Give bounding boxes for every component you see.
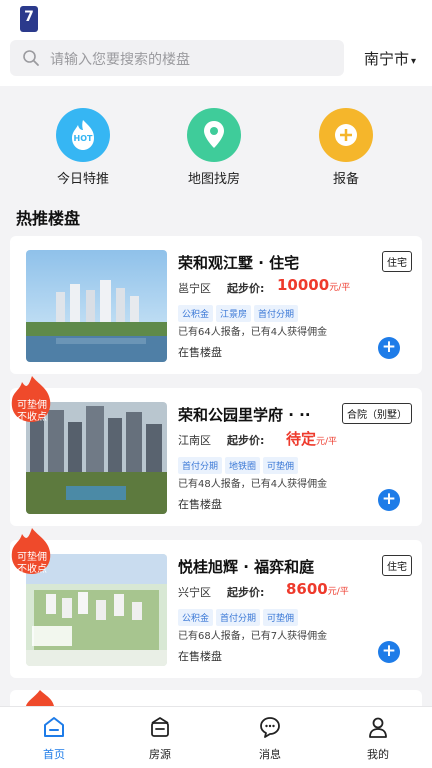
- feature-tag: 首付分期: [216, 609, 261, 626]
- listing-district: 江南区: [178, 434, 211, 447]
- top-bar: 7 请输入您要搜索的楼盘 南宁市 ▾: [0, 0, 432, 86]
- feature-tag: 公积金: [178, 305, 214, 322]
- add-report-button[interactable]: +: [378, 641, 400, 663]
- listing-stats: 已有68人报备，已有7人获得佣金: [178, 631, 328, 642]
- map-pin-icon: [187, 108, 241, 162]
- listing-card[interactable]: 荣和观江墅 · 住宅 住宅 邕宁区 起步价: 10000元/平 公积金 江景房 首付…: [10, 236, 422, 374]
- listing-stats: 已有64人报备，已有4人获得佣金: [178, 327, 328, 338]
- add-report-button[interactable]: +: [378, 337, 400, 359]
- promo-badge: 可垫佣 不收点: [4, 526, 60, 576]
- search-input[interactable]: 请输入您要搜索的楼盘: [50, 49, 190, 69]
- feature-tag: 可垫佣: [263, 457, 299, 474]
- tab-label: 我的: [367, 748, 389, 761]
- tab-label: 房源: [149, 748, 171, 761]
- home-icon: [44, 717, 64, 737]
- feature-tag: 首付分期: [178, 457, 223, 474]
- property-type-badge: 住宅: [382, 555, 412, 576]
- tab-label: 首页: [43, 748, 65, 761]
- listing-status: 在售楼盘: [178, 650, 222, 663]
- listing-price: 8600元/平: [286, 580, 349, 598]
- listing-name: 荣和公园里学府 · ··: [178, 406, 311, 424]
- app-logo: 7: [20, 6, 38, 32]
- listing-district: 兴宁区: [178, 586, 211, 599]
- quick-action-today-recommend[interactable]: HOT 今日特推: [33, 108, 133, 187]
- message-icon: [260, 717, 280, 738]
- city-label: 南宁市: [364, 50, 410, 68]
- feature-tags: 首付分期 地铁圈 可垫佣: [178, 454, 301, 474]
- feature-tag: 地铁圈: [225, 457, 261, 474]
- tab-messages[interactable]: 消息: [230, 715, 310, 762]
- listing-status: 在售楼盘: [178, 498, 222, 511]
- quick-action-label: 今日特推: [56, 172, 109, 187]
- property-type-badge: 合院（别墅）: [342, 403, 412, 424]
- price-label: 起步价:: [227, 586, 265, 599]
- tab-label: 消息: [259, 748, 281, 761]
- section-title: 热推楼盘: [16, 209, 81, 228]
- listing-photo: [26, 250, 167, 362]
- feature-tag: 公积金: [178, 609, 214, 626]
- chevron-down-icon: ▾: [411, 56, 417, 67]
- tab-profile[interactable]: 我的: [338, 715, 418, 762]
- tab-home[interactable]: 首页: [14, 715, 94, 762]
- listing-name: 荣和观江墅 · 住宅: [178, 254, 300, 272]
- price-label: 起步价:: [227, 282, 265, 295]
- quick-actions: HOT 今日特推 地图找房 报备: [0, 100, 432, 190]
- bottom-tab-bar: 首页 房源 消息 我的: [0, 706, 432, 768]
- listing-card[interactable]: 可垫佣 不收点 荣和公园里学府 · ·· 合院（别墅） 江南区 起步价: 待定元…: [10, 376, 422, 526]
- listing-stats: 已有48人报备，已有4人获得佣金: [178, 479, 328, 490]
- listing-name: 悦桂旭辉 · 福弈和庭: [178, 558, 315, 576]
- house-icon: [151, 717, 169, 737]
- listing-price: 待定元/平: [286, 430, 338, 448]
- price-label: 起步价:: [227, 434, 265, 447]
- user-icon: [369, 717, 387, 738]
- promo-badge: 可垫佣 不收点: [4, 374, 60, 424]
- feature-tags: 公积金 首付分期 可垫佣: [178, 606, 301, 626]
- city-selector[interactable]: 南宁市 ▾: [364, 48, 416, 69]
- quick-action-label: 报备: [332, 172, 359, 187]
- search-bar[interactable]: 请输入您要搜索的楼盘: [10, 40, 344, 76]
- feature-tag: 首付分期: [254, 305, 299, 322]
- add-report-button[interactable]: +: [378, 489, 400, 511]
- quick-action-label: 地图找房: [187, 172, 240, 187]
- quick-action-report[interactable]: 报备: [296, 108, 396, 187]
- listing-status: 在售楼盘: [178, 346, 222, 359]
- hot-badge: HOT: [74, 134, 93, 143]
- search-icon: [22, 49, 40, 71]
- feature-tags: 公积金 江景房 首付分期: [178, 302, 301, 322]
- plus-icon: [319, 108, 373, 162]
- quick-action-map-search[interactable]: 地图找房: [164, 108, 264, 187]
- listing-district: 邕宁区: [178, 282, 211, 295]
- feature-tag: 可垫佣: [263, 609, 299, 626]
- tab-listings[interactable]: 房源: [120, 715, 200, 762]
- property-type-badge: 住宅: [382, 251, 412, 272]
- listing-card[interactable]: 可垫佣 不收点 悦桂旭辉 · 福弈和庭 住宅 兴宁区 起步价: 8600元/平 …: [10, 528, 422, 678]
- hot-icon: HOT: [56, 108, 110, 162]
- listing-price: 10000元/平: [277, 276, 351, 294]
- feature-tag: 江景房: [216, 305, 252, 322]
